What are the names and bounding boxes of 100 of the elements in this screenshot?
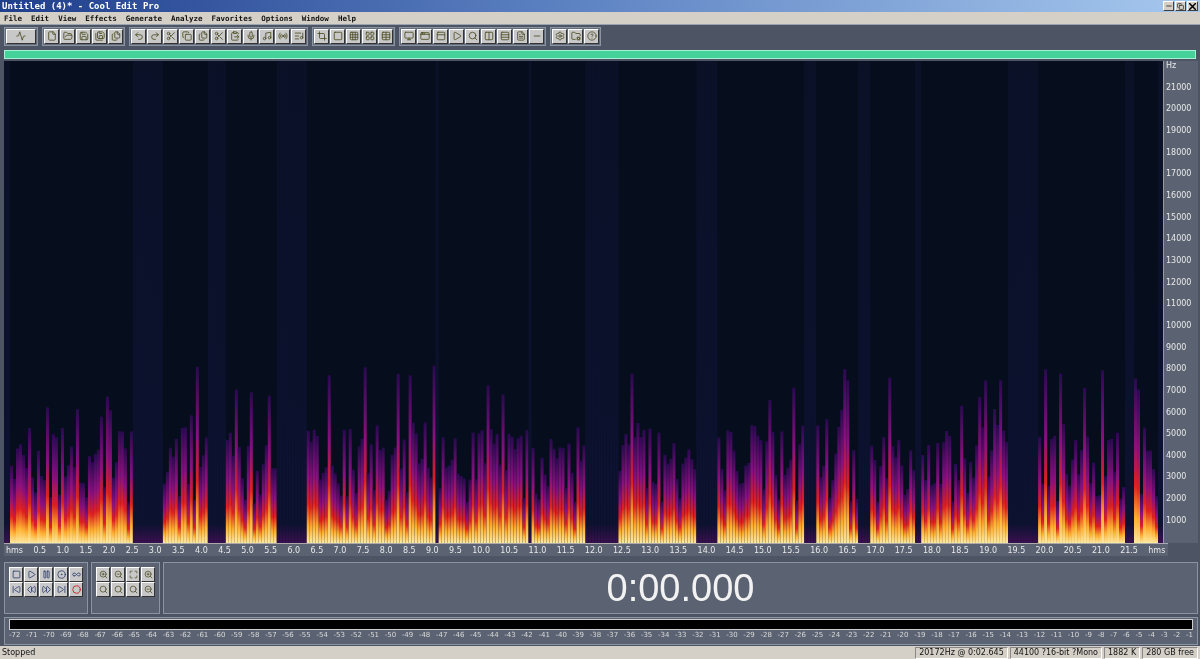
play-icon	[26, 570, 36, 579]
axis-label: 5000	[1166, 429, 1188, 439]
play-tool[interactable]	[449, 28, 464, 44]
axis-label: 20.5	[1063, 545, 1082, 555]
axis-label: 18.5	[951, 545, 969, 555]
status-field: 20172Hz @ 0:02.645	[915, 646, 1008, 659]
status-text: Stopped	[2, 648, 37, 657]
axis-label: 19000	[1166, 125, 1193, 135]
columns-tool[interactable]	[481, 28, 496, 44]
go-to-end-icon	[56, 585, 66, 594]
square-icon	[332, 31, 343, 41]
zoom-in-button[interactable]	[96, 567, 110, 582]
go-to-end-button[interactable]	[54, 582, 68, 597]
axis-label: 1.5	[79, 545, 93, 555]
zoom-in-vertical-button[interactable]	[141, 567, 155, 582]
zoom-out-vertical-button[interactable]	[141, 582, 155, 597]
table-tool[interactable]	[378, 28, 393, 44]
save-all-tool[interactable]	[92, 28, 107, 44]
monitor-icon	[403, 31, 414, 41]
copy-new-tool[interactable]	[195, 28, 210, 44]
zoom-selection-button[interactable]	[126, 582, 140, 597]
axis-label: 1.0	[56, 545, 70, 555]
axis-label: 11000	[1166, 299, 1193, 309]
axis-label: 4.5	[218, 545, 231, 555]
layout-grid-tool[interactable]	[362, 28, 377, 44]
square-tool[interactable]	[330, 28, 345, 44]
axis-label: 11.5	[556, 545, 575, 555]
music-list-tool[interactable]	[291, 28, 306, 44]
minimize-button[interactable]	[1163, 1, 1174, 11]
settings-tool[interactable]	[552, 28, 567, 44]
axis-label: 16.0	[810, 545, 829, 555]
open-folder-tool[interactable]	[60, 28, 75, 44]
grid-tool[interactable]	[346, 28, 361, 44]
new-file-tool[interactable]	[44, 28, 59, 44]
crop-tool[interactable]	[314, 28, 329, 44]
axis-label: 9000	[1166, 342, 1188, 352]
zoom-out-icon	[113, 570, 123, 579]
document-tool[interactable]	[513, 28, 528, 44]
play-button[interactable]	[24, 567, 38, 582]
pause-icon	[41, 570, 51, 579]
go-to-start-button[interactable]	[9, 582, 23, 597]
zoom-out-button[interactable]	[111, 567, 125, 582]
pause-button[interactable]	[39, 567, 53, 582]
axis-label: 4.0	[195, 545, 208, 555]
music-note-tool[interactable]	[259, 28, 274, 44]
signal-tool[interactable]	[275, 28, 290, 44]
undo-tool[interactable]	[131, 28, 146, 44]
search-icon	[467, 31, 478, 41]
music-note-icon	[261, 31, 272, 41]
axis-label: 6.5	[310, 545, 324, 555]
cut-tool[interactable]	[211, 28, 226, 44]
window-title: Untitled (4)* - Cool Edit Pro	[2, 0, 160, 12]
copy-tool[interactable]	[179, 28, 194, 44]
scissors-tool[interactable]	[163, 28, 178, 44]
fast-forward-button[interactable]	[39, 582, 53, 597]
files-tool[interactable]	[108, 28, 123, 44]
minus-tool[interactable]	[529, 28, 544, 44]
grid-icon	[348, 31, 359, 41]
paste-tool[interactable]	[227, 28, 242, 44]
axis-label: 14000	[1166, 234, 1193, 244]
record-button[interactable]	[69, 582, 83, 597]
paste-icon	[229, 31, 240, 41]
axis-label: 21000	[1166, 82, 1193, 92]
axis-label: 19.5	[1007, 545, 1026, 555]
crop-icon	[316, 31, 327, 41]
axis-label: 17000	[1166, 169, 1193, 179]
minimize-icon	[1164, 2, 1173, 10]
redo-tool[interactable]	[147, 28, 162, 44]
axis-label: 14.0	[697, 545, 716, 555]
axis-label: 16000	[1166, 190, 1193, 200]
save-tool[interactable]	[76, 28, 91, 44]
copy-icon	[181, 31, 192, 41]
stop-button[interactable]	[9, 567, 23, 582]
window-tool[interactable]	[417, 28, 432, 44]
panel-tool[interactable]	[433, 28, 448, 44]
folder-settings-tool[interactable]	[568, 28, 583, 44]
loop-button[interactable]	[69, 567, 83, 582]
zoom-full-button[interactable]	[126, 567, 140, 582]
monitor-tool[interactable]	[401, 28, 416, 44]
zoom-right-button[interactable]	[111, 582, 125, 597]
help-tool[interactable]	[584, 28, 599, 44]
axis-label: 12.0	[584, 545, 603, 555]
search-tool[interactable]	[465, 28, 480, 44]
columns-icon	[483, 31, 494, 41]
close-button[interactable]	[1187, 1, 1198, 11]
axis-label: 13.0	[641, 545, 659, 555]
axis-label: 10000	[1166, 320, 1193, 330]
restore-button[interactable]	[1175, 1, 1186, 11]
settings-icon	[554, 31, 565, 41]
zoom-left-button[interactable]	[96, 582, 110, 597]
zoom-selection-icon	[128, 585, 138, 594]
zoom-full-icon	[128, 570, 138, 579]
axis-label: 13000	[1166, 255, 1193, 265]
microphone-tool[interactable]	[243, 28, 258, 44]
document-icon	[515, 31, 526, 41]
axis-unit: hms	[6, 545, 24, 555]
rewind-button[interactable]	[24, 582, 38, 597]
music-list-icon	[293, 31, 304, 41]
save-all-icon	[94, 31, 105, 41]
rows-tool[interactable]	[497, 28, 512, 44]
